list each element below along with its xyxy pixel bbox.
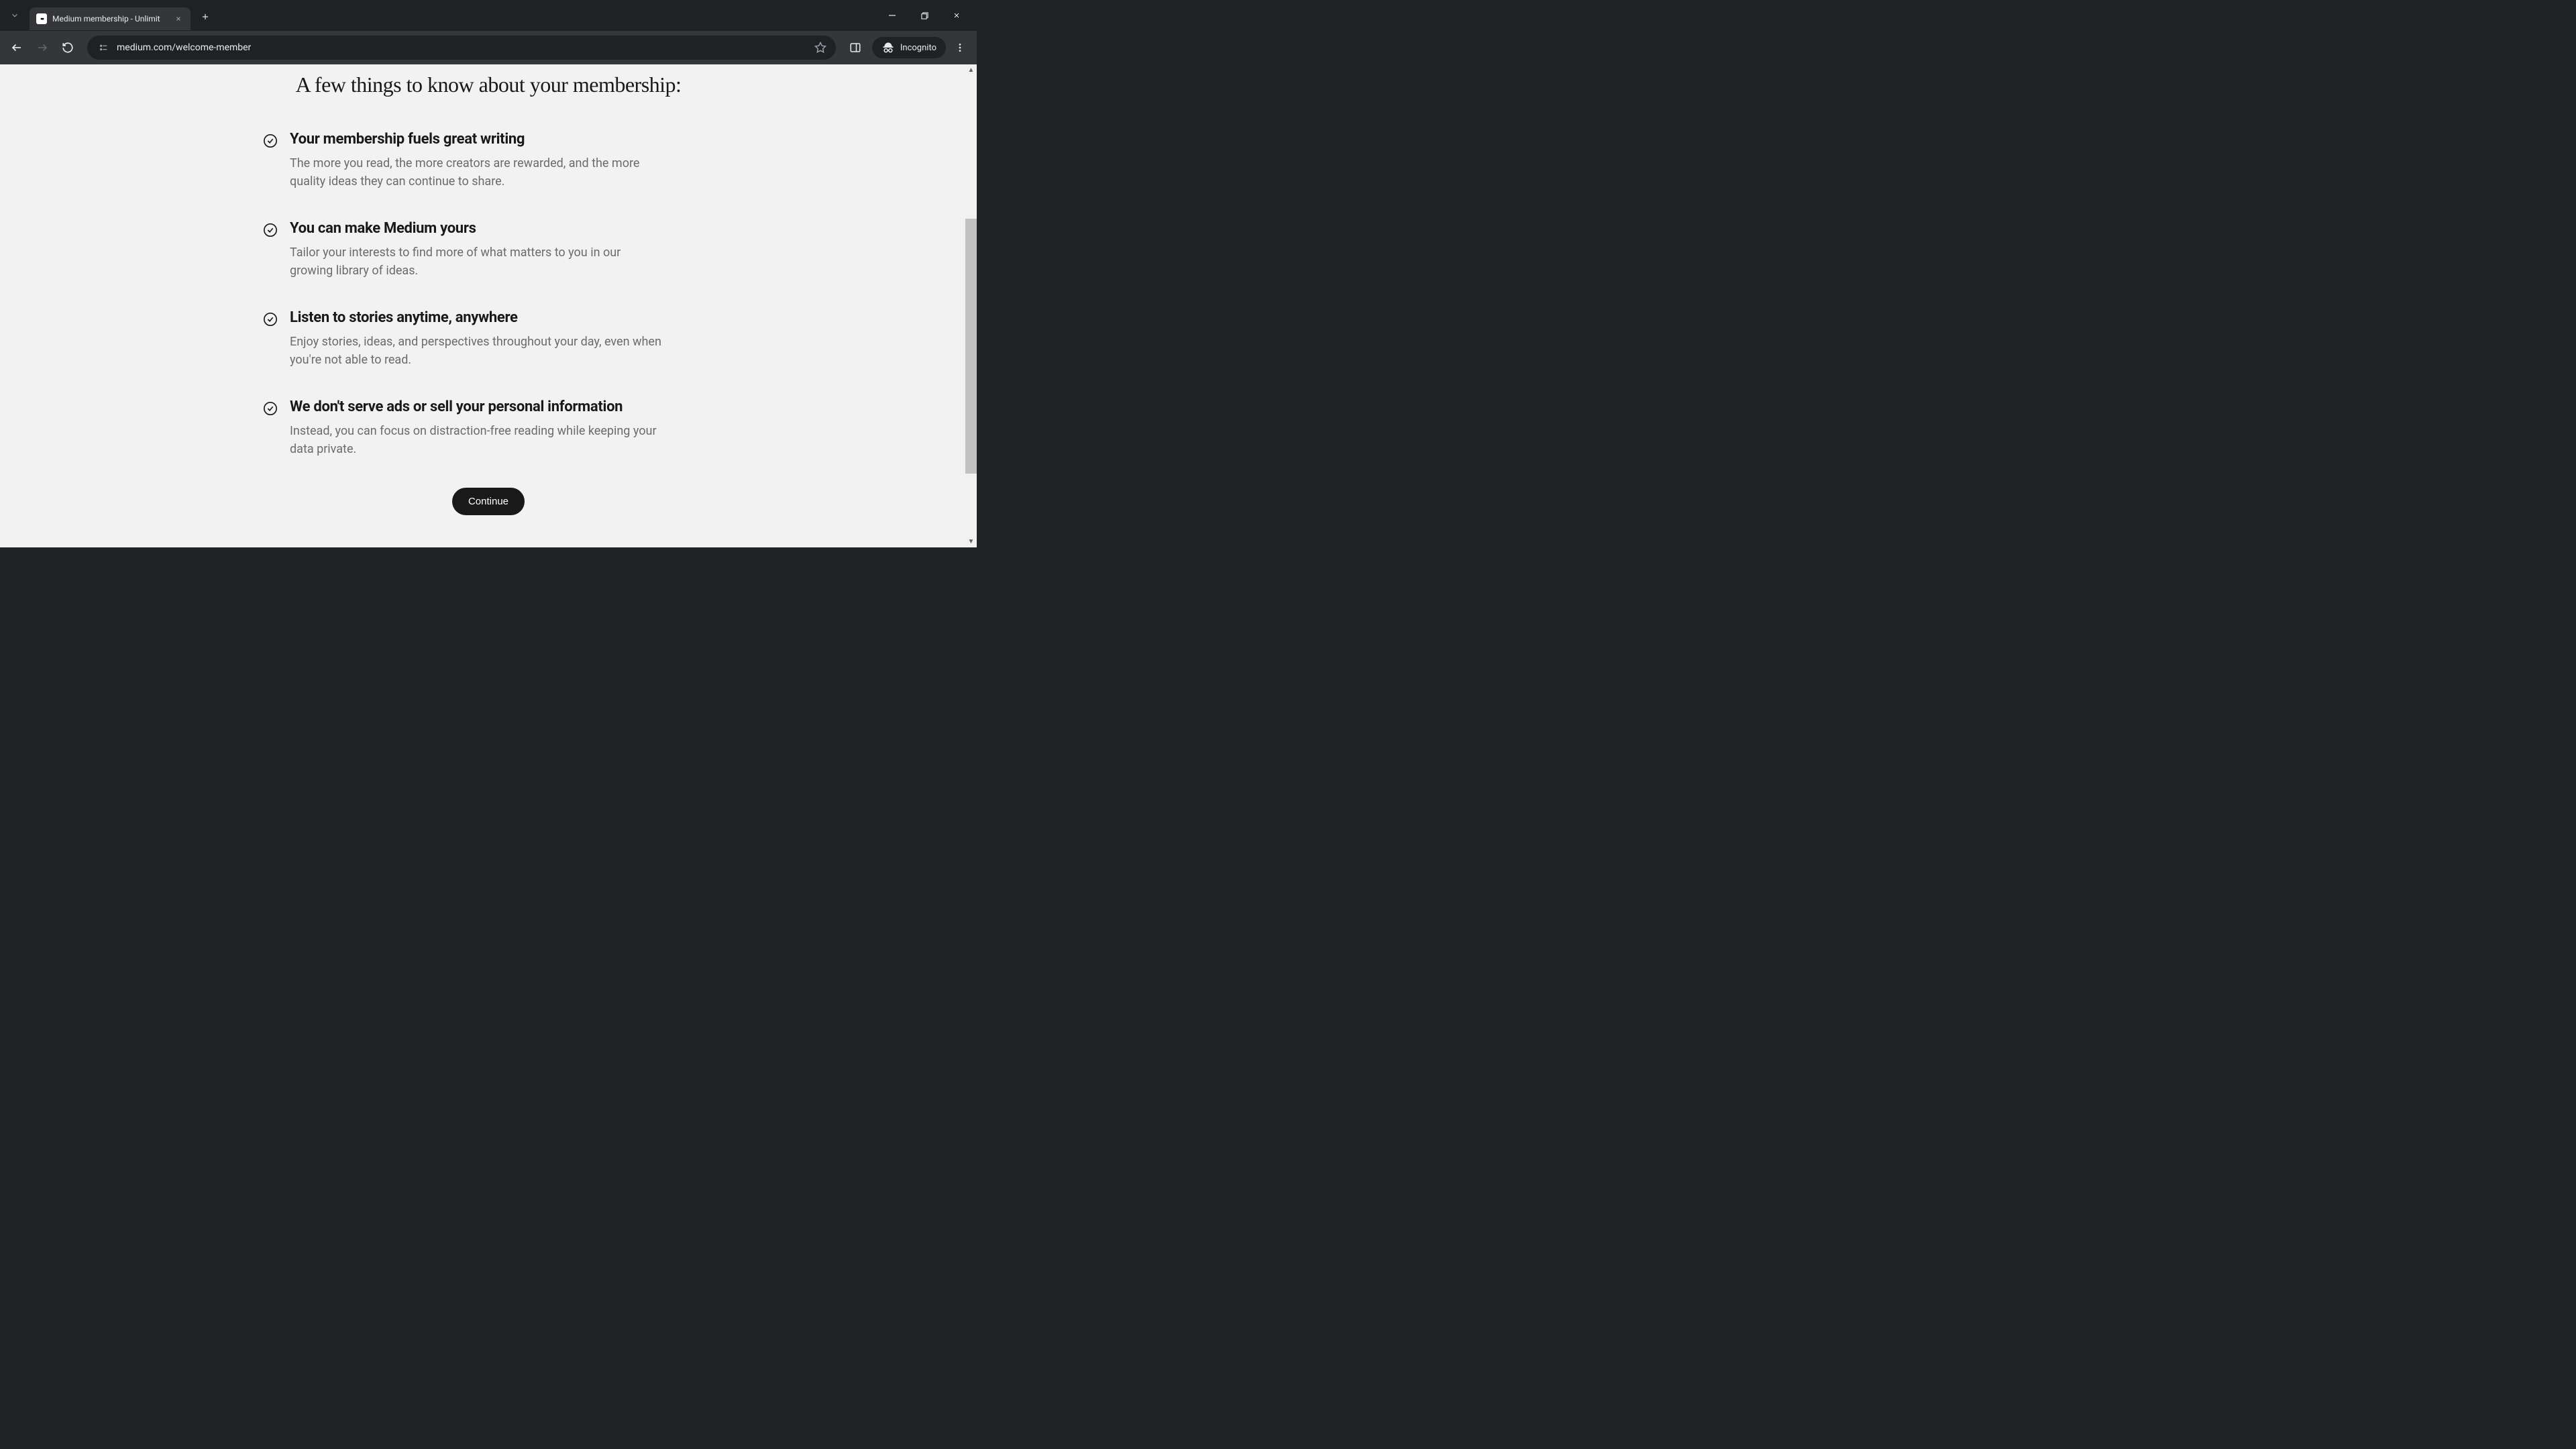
forward-button[interactable] xyxy=(31,36,54,59)
new-tab-button[interactable] xyxy=(196,7,215,26)
incognito-icon xyxy=(881,41,895,54)
site-info-icon[interactable] xyxy=(97,41,110,54)
browser-menu-button[interactable] xyxy=(949,36,971,59)
vertical-scrollbar[interactable]: ▲ ▼ xyxy=(965,64,977,547)
item-title: Your membership fuels great writing xyxy=(290,131,714,148)
scroll-down-arrow[interactable]: ▼ xyxy=(965,536,977,547)
tab-title: Medium membership - Unlimit xyxy=(52,14,168,23)
url-text: medium.com/welcome-member xyxy=(117,42,808,53)
membership-item: We don't serve ads or sell your personal… xyxy=(247,398,730,458)
membership-item: You can make Medium yours Tailor your in… xyxy=(247,220,730,280)
check-circle-icon xyxy=(263,133,278,191)
item-description: Enjoy stories, ideas, and perspectives t… xyxy=(290,333,665,369)
back-button[interactable] xyxy=(5,36,28,59)
item-title: You can make Medium yours xyxy=(290,220,714,237)
close-window-button[interactable] xyxy=(947,6,966,25)
item-description: Tailor your interests to find more of wh… xyxy=(290,244,665,280)
browser-tab[interactable]: •• Medium membership - Unlimit xyxy=(30,7,191,30)
close-tab-button[interactable] xyxy=(173,13,184,24)
continue-button[interactable]: Continue xyxy=(452,488,525,515)
membership-item: Listen to stories anytime, anywhere Enjo… xyxy=(247,309,730,369)
check-circle-icon xyxy=(263,401,278,458)
window-controls xyxy=(883,6,971,25)
address-bar[interactable]: medium.com/welcome-member xyxy=(87,36,836,60)
scrollbar-thumb[interactable] xyxy=(965,219,977,474)
scroll-up-arrow[interactable]: ▲ xyxy=(965,64,977,76)
page-content: A few things to know about your membersh… xyxy=(0,64,977,547)
check-circle-icon xyxy=(263,312,278,369)
tab-search-dropdown[interactable] xyxy=(5,6,24,25)
membership-item: Your membership fuels great writing The … xyxy=(247,131,730,191)
side-panel-button[interactable] xyxy=(844,36,867,59)
browser-titlebar: •• Medium membership - Unlimit xyxy=(0,0,977,31)
maximize-button[interactable] xyxy=(915,6,934,25)
page-heading: A few things to know about your membersh… xyxy=(247,72,730,97)
incognito-badge[interactable]: Incognito xyxy=(872,37,946,58)
item-title: Listen to stories anytime, anywhere xyxy=(290,309,714,326)
bookmark-icon[interactable] xyxy=(814,42,826,54)
incognito-label: Incognito xyxy=(900,43,936,53)
minimize-button[interactable] xyxy=(883,6,902,25)
item-description: The more you read, the more creators are… xyxy=(290,154,665,191)
item-title: We don't serve ads or sell your personal… xyxy=(290,398,714,415)
tab-favicon: •• xyxy=(36,13,47,24)
check-circle-icon xyxy=(263,223,278,280)
browser-toolbar: medium.com/welcome-member Incognito xyxy=(0,31,977,64)
item-description: Instead, you can focus on distraction-fr… xyxy=(290,422,665,458)
reload-button[interactable] xyxy=(56,36,79,59)
